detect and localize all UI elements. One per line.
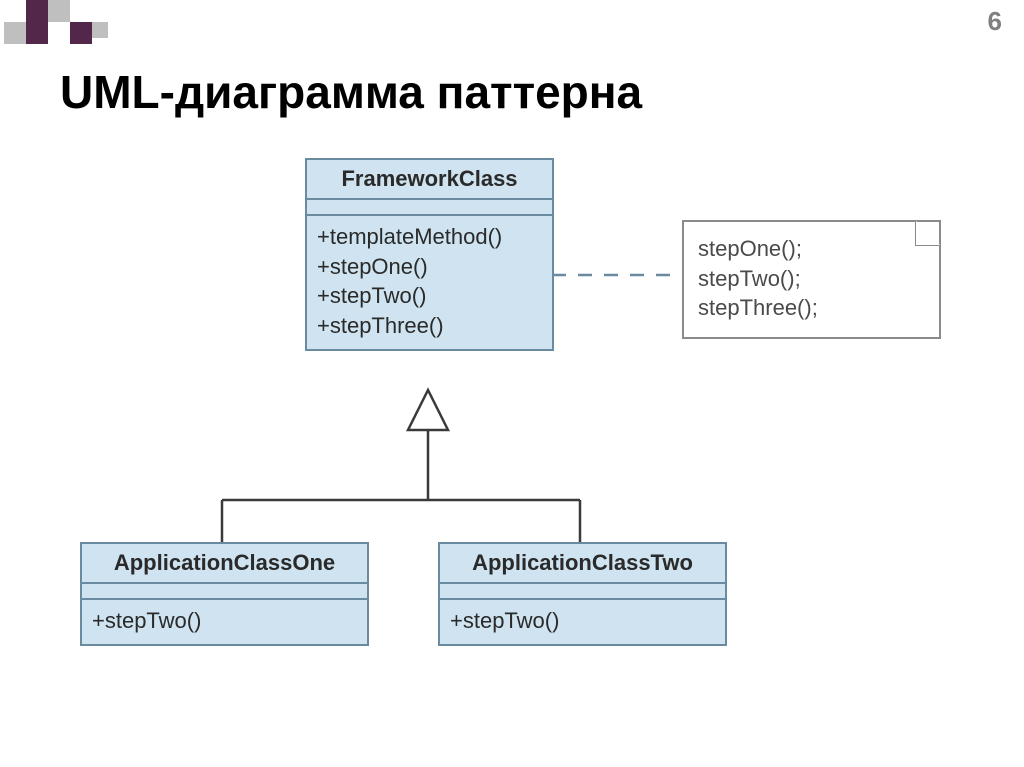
- uml-op: +stepTwo(): [317, 281, 542, 311]
- corner-decoration: [0, 0, 120, 50]
- uml-op: +stepTwo(): [92, 606, 357, 636]
- note-line: stepTwo();: [698, 264, 923, 294]
- uml-class-ops: +stepTwo(): [440, 600, 725, 644]
- uml-op: +stepOne(): [317, 252, 542, 282]
- uml-class-name: ApplicationClassTwo: [440, 544, 725, 584]
- uml-op: +templateMethod(): [317, 222, 542, 252]
- note-fold-icon: [915, 220, 941, 246]
- note-line: stepOne();: [698, 234, 923, 264]
- uml-class-framework: FrameworkClass +templateMethod() +stepOn…: [305, 158, 554, 351]
- uml-class-app-two: ApplicationClassTwo +stepTwo(): [438, 542, 727, 646]
- generalization-arrowhead-icon: [408, 390, 448, 430]
- uml-class-name: ApplicationClassOne: [82, 544, 367, 584]
- note-line: stepThree();: [698, 293, 923, 323]
- uml-class-name: FrameworkClass: [307, 160, 552, 200]
- uml-class-attrs: [307, 200, 552, 216]
- slide-title: UML-диаграмма паттерна: [60, 65, 642, 119]
- uml-note: stepOne(); stepTwo(); stepThree();: [682, 220, 941, 339]
- uml-op: +stepThree(): [317, 311, 542, 341]
- uml-class-attrs: [440, 584, 725, 600]
- uml-class-ops: +templateMethod() +stepOne() +stepTwo() …: [307, 216, 552, 349]
- slide-number: 6: [988, 6, 1002, 37]
- uml-class-attrs: [82, 584, 367, 600]
- uml-op: +stepTwo(): [450, 606, 715, 636]
- uml-class-app-one: ApplicationClassOne +stepTwo(): [80, 542, 369, 646]
- slide-canvas: 6 UML-диаграмма паттерна FrameworkClass …: [0, 0, 1024, 767]
- uml-class-ops: +stepTwo(): [82, 600, 367, 644]
